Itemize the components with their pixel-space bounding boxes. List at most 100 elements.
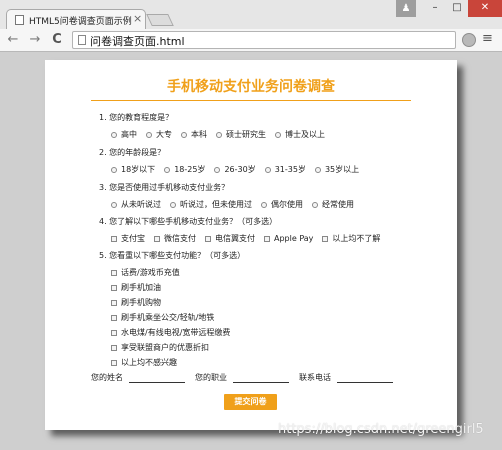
option[interactable]: 从未听说过	[111, 199, 161, 210]
page-viewport: 手机移动支付业务问卷调查 1. 您的教育程度是？ 高中 大专 本科 硕士研究生 …	[0, 52, 502, 450]
option-label: 水电煤/有线电视/宽带远程缴费	[121, 328, 231, 337]
option[interactable]: 话费/游戏币充值	[111, 267, 180, 278]
new-tab-button[interactable]	[146, 14, 174, 26]
name-field: 您的姓名	[91, 372, 185, 383]
radio-button[interactable]	[111, 166, 117, 173]
option[interactable]: 硕士研究生	[216, 129, 266, 140]
checkbox[interactable]	[154, 235, 160, 242]
option[interactable]: 35岁以上	[314, 164, 359, 175]
option-label: 本科	[191, 130, 207, 139]
option-label: 经常使用	[322, 200, 354, 209]
browser-menu-icon[interactable]: ≡	[482, 32, 493, 46]
option[interactable]: 听说过，但未使用过	[170, 199, 252, 210]
option-label: 高中	[121, 130, 137, 139]
radio-button[interactable]	[111, 201, 117, 208]
radio-button[interactable]	[275, 131, 281, 138]
radio-button[interactable]	[264, 166, 271, 173]
radio-button[interactable]	[181, 131, 187, 138]
option[interactable]: 刷手机购物	[111, 297, 161, 308]
forward-arrow-icon[interactable]: →	[27, 32, 43, 48]
option[interactable]: 18岁以下	[111, 164, 155, 175]
watermark-text: https://blog.csdn.net/greengirl5	[278, 422, 484, 437]
radio-button[interactable]	[164, 166, 171, 173]
radio-button[interactable]	[146, 131, 152, 138]
option[interactable]: 微信支付	[154, 233, 196, 244]
option-label: 18-25岁	[174, 165, 206, 174]
checkbox[interactable]	[111, 284, 117, 291]
checkbox[interactable]	[111, 299, 117, 306]
option[interactable]: Apple Pay	[264, 233, 313, 244]
option[interactable]: 高中	[111, 129, 137, 140]
browser-chrome: HTML5问卷调查页面示例 × ♟ – □ ✕ ← → C 问卷调查页面.htm…	[0, 0, 502, 52]
survey-form: 手机移动支付业务问卷调查 1. 您的教育程度是？ 高中 大专 本科 硕士研究生 …	[45, 60, 457, 430]
radio-button[interactable]	[261, 201, 267, 208]
option[interactable]: 31-35岁	[264, 164, 306, 175]
page-document-icon	[78, 35, 86, 45]
checkbox[interactable]	[111, 359, 117, 366]
option[interactable]: 本科	[181, 129, 207, 140]
question-3-options: 从未听说过 听说过，但未使用过 偶尔使用 经常使用	[111, 199, 363, 210]
tab-close-icon[interactable]: ×	[133, 12, 142, 25]
checkbox[interactable]	[111, 269, 117, 276]
phone-label: 联系电话	[299, 373, 331, 382]
phone-field: 联系电话	[299, 372, 393, 383]
checkbox[interactable]	[111, 344, 117, 351]
option-label: 偶尔使用	[271, 200, 303, 209]
option-label: 听说过，但未使用过	[180, 200, 252, 209]
option[interactable]: 26-30岁	[214, 164, 256, 175]
close-window-button[interactable]: ✕	[468, 0, 502, 17]
option[interactable]: 电信翼支付	[205, 233, 255, 244]
checkbox[interactable]	[205, 235, 211, 242]
radio-button[interactable]	[216, 131, 222, 138]
job-field: 您的职业	[195, 372, 289, 383]
checkbox[interactable]	[111, 329, 117, 336]
checkbox[interactable]	[111, 235, 117, 242]
survey-title: 手机移动支付业务问卷调查	[167, 79, 335, 95]
checkbox[interactable]	[111, 314, 117, 321]
option-label: 以上均不了解	[332, 234, 381, 243]
radio-button[interactable]	[214, 166, 221, 173]
option[interactable]: 水电煤/有线电视/宽带远程缴费	[111, 327, 230, 338]
option[interactable]: 大专	[146, 129, 172, 140]
question-label: 1. 您的教育程度是？	[99, 113, 174, 122]
extension-icon[interactable]	[462, 33, 476, 47]
radio-button[interactable]	[312, 201, 318, 208]
option[interactable]: 以上均不感兴趣	[111, 357, 177, 368]
option[interactable]: 享受联盟商户的优惠折扣	[111, 342, 209, 353]
name-input[interactable]	[129, 373, 185, 383]
tab-strip: HTML5问卷调查页面示例 × ♟ – □ ✕	[0, 0, 502, 29]
radio-button[interactable]	[170, 201, 176, 208]
reload-icon[interactable]: C	[49, 32, 65, 48]
checkbox[interactable]	[264, 235, 270, 242]
option-label: 刷手机加油	[121, 283, 161, 292]
radio-button[interactable]	[111, 131, 117, 138]
title-divider	[91, 100, 411, 101]
checkbox[interactable]	[322, 235, 329, 242]
option[interactable]: 刷手机乘坐公交/轻轨/地铁	[111, 312, 214, 323]
job-input[interactable]	[233, 373, 289, 383]
maximize-button[interactable]: □	[446, 0, 468, 17]
minimize-button[interactable]: –	[424, 0, 446, 17]
option[interactable]: 偶尔使用	[261, 199, 303, 210]
option[interactable]: 经常使用	[312, 199, 354, 210]
back-arrow-icon[interactable]: ←	[5, 32, 21, 48]
phone-input[interactable]	[337, 373, 393, 383]
page-favicon-icon	[15, 15, 24, 25]
option-label: 26-30岁	[224, 165, 256, 174]
option[interactable]: 以上均不了解	[322, 233, 380, 244]
name-label: 您的姓名	[91, 373, 123, 382]
option[interactable]: 支付宝	[111, 233, 145, 244]
option[interactable]: 博士及以上	[275, 129, 325, 140]
browser-toolbar: ← → C 问卷调查页面.html ≡	[0, 29, 502, 51]
address-bar[interactable]: 问卷调查页面.html	[72, 31, 456, 49]
user-profile-icon[interactable]: ♟	[396, 0, 416, 17]
option[interactable]: 刷手机加油	[111, 282, 161, 293]
browser-tab[interactable]: HTML5问卷调查页面示例 ×	[6, 9, 146, 29]
question-4-options: 支付宝 微信支付 电信翼支付 Apple Pay 以上均不了解	[111, 233, 389, 244]
option[interactable]: 18-25岁	[164, 164, 205, 175]
submit-button[interactable]: 提交问卷	[224, 394, 277, 410]
radio-button[interactable]	[314, 166, 321, 173]
question-label: 5. 您看重以下哪些支付功能？（可多选）	[99, 251, 246, 260]
option-label: 刷手机购物	[121, 298, 161, 307]
question-label: 4. 您了解以下哪些手机移动支付业务？（可多选）	[99, 217, 278, 226]
